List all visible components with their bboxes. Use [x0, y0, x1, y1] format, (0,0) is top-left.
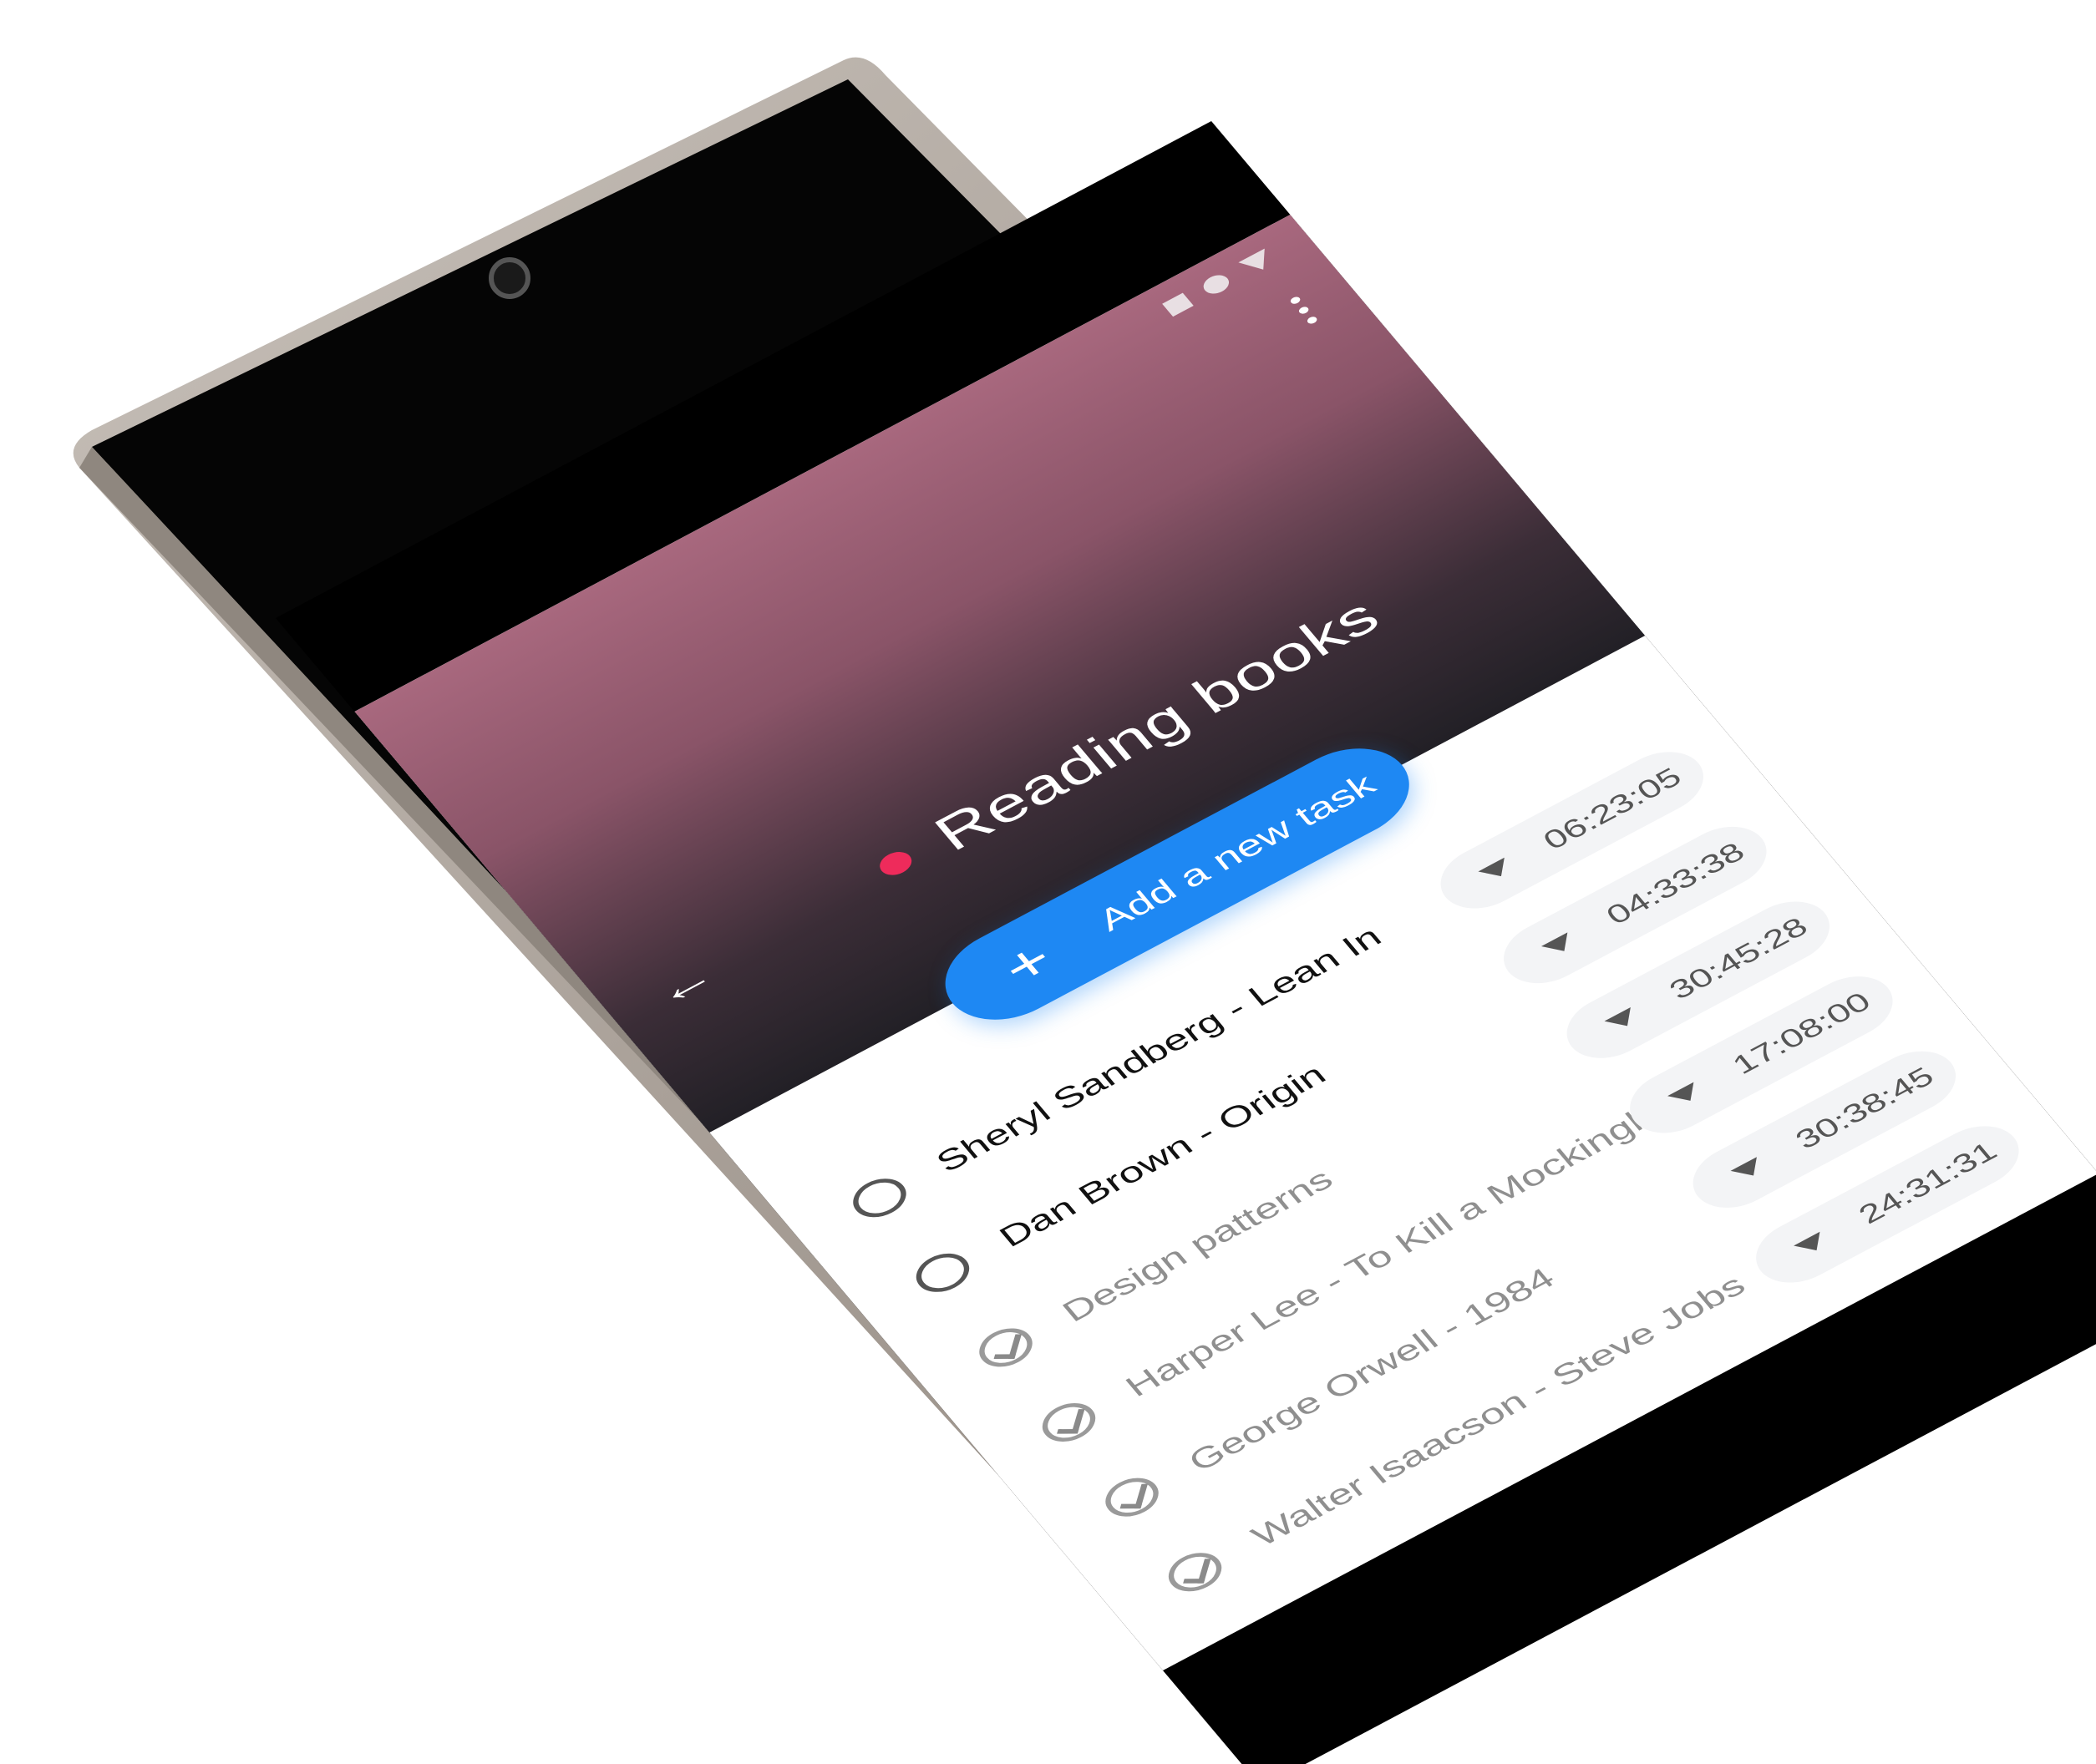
status-bar [1162, 248, 1276, 317]
dropdown-triangle-icon [1478, 857, 1515, 884]
square-icon [1162, 292, 1194, 317]
menu-dot [1297, 305, 1310, 316]
front-camera-icon [489, 257, 530, 299]
menu-dot [1305, 315, 1318, 326]
checked-circle-icon[interactable] [1096, 1470, 1168, 1524]
dropdown-triangle-icon [1730, 1157, 1767, 1183]
dropdown-triangle-icon [1794, 1231, 1830, 1258]
dropdown-triangle-icon [1667, 1082, 1704, 1108]
category-dot-icon [874, 847, 917, 880]
checked-circle-icon[interactable] [970, 1320, 1042, 1375]
circle-icon [1199, 271, 1234, 298]
dropdown-triangle-icon [1604, 1006, 1641, 1033]
unchecked-circle-icon[interactable] [844, 1170, 916, 1225]
dropdown-triangle-icon [1540, 932, 1578, 959]
unchecked-circle-icon[interactable] [906, 1245, 979, 1300]
checked-circle-icon[interactable] [1033, 1395, 1105, 1450]
more-vertical-icon[interactable] [1283, 293, 1323, 328]
menu-dot [1288, 296, 1302, 306]
screenshot-stage: ← Reading books + Add a new task Sheryl … [0, 0, 2096, 1764]
signal-triangle-icon [1238, 248, 1276, 277]
checked-circle-icon[interactable] [1159, 1544, 1231, 1599]
arrow-left-icon[interactable]: ← [642, 951, 726, 1016]
